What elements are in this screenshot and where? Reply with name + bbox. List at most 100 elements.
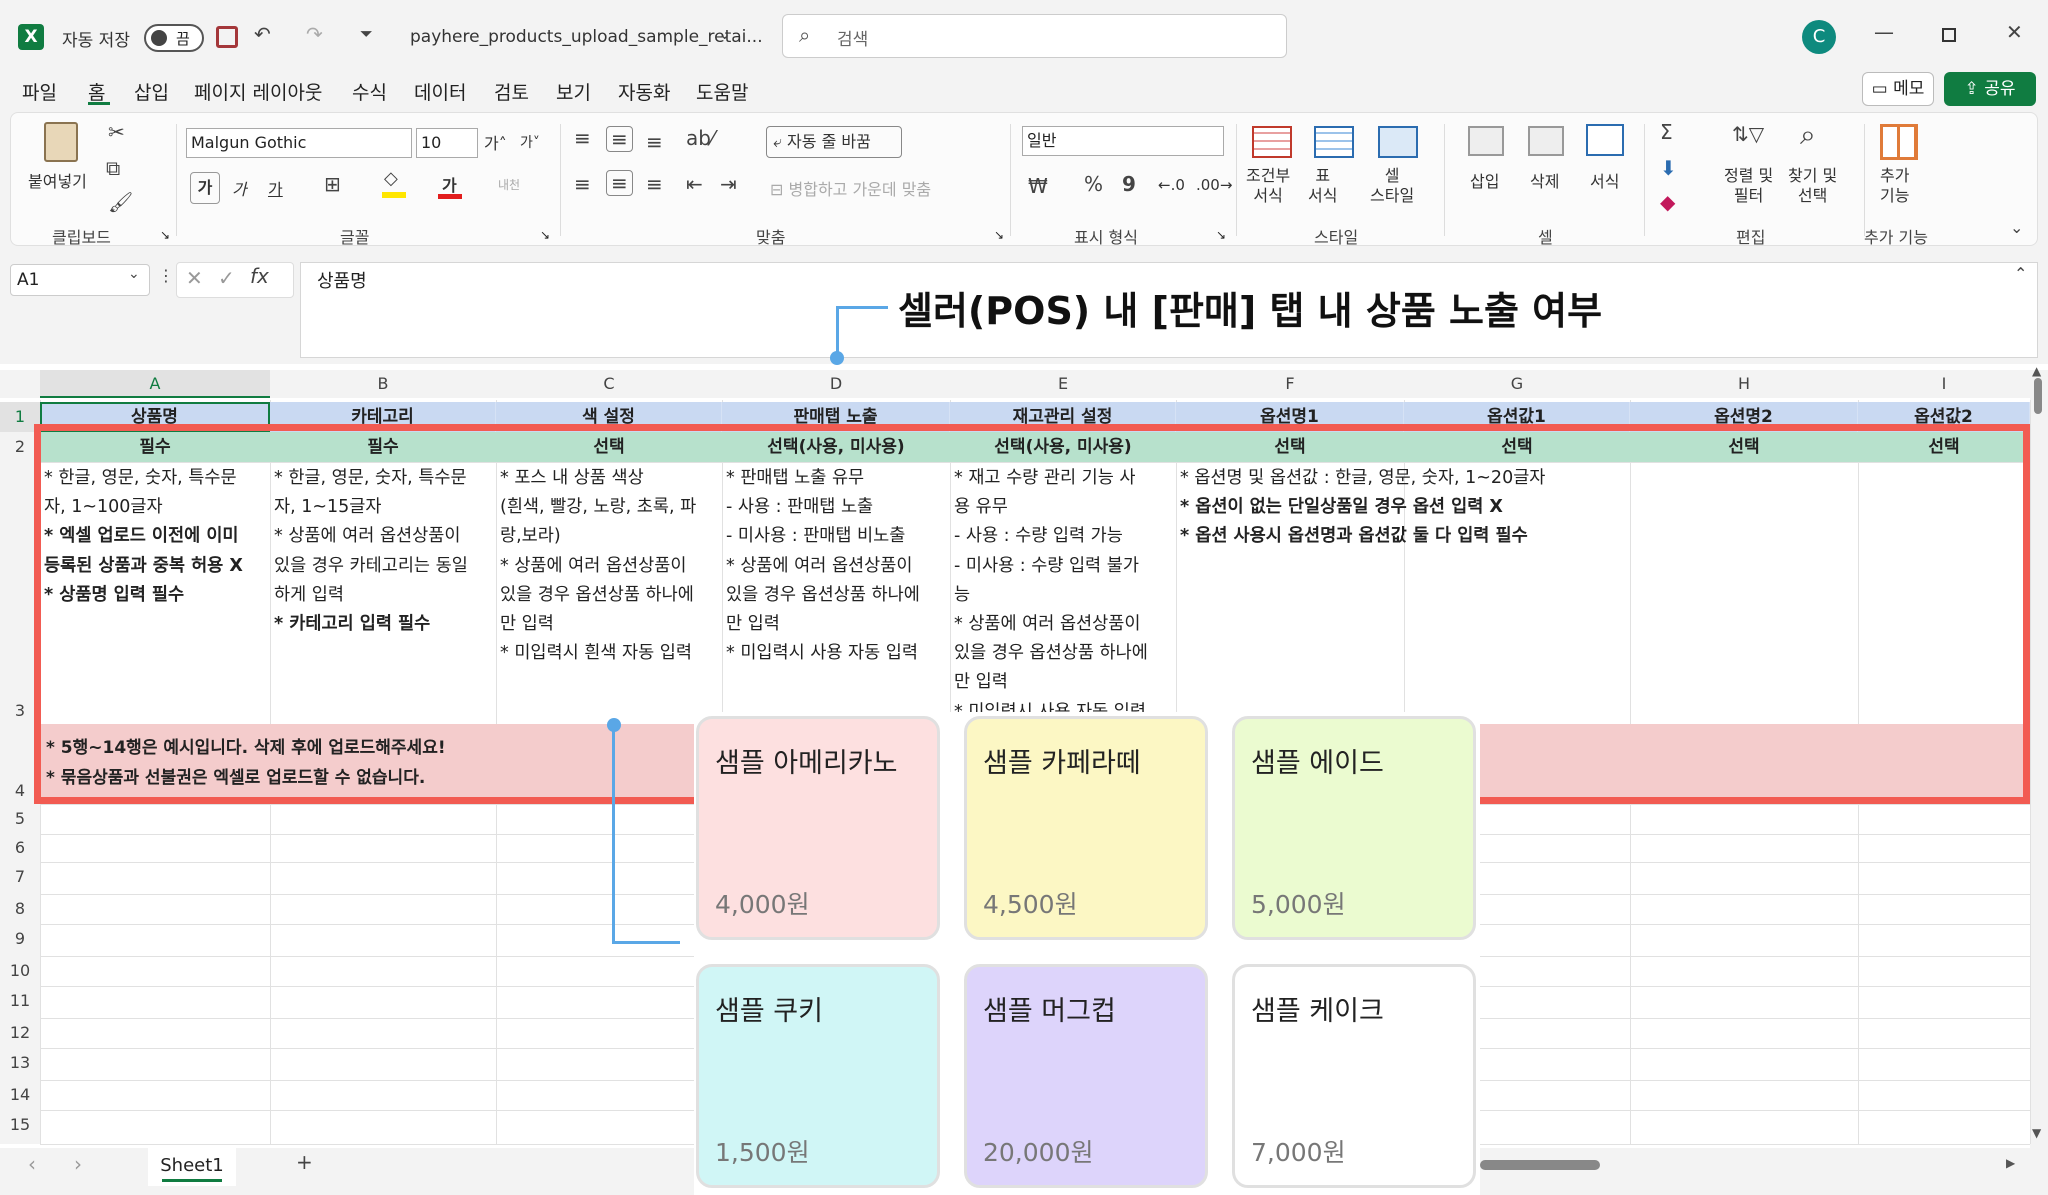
font-launcher-icon[interactable]: ↘ (540, 228, 550, 242)
comma-button[interactable]: 9 (1122, 172, 1136, 196)
save-icon[interactable] (216, 26, 238, 48)
row-header-13[interactable]: 13 (0, 1048, 40, 1080)
row-header-12[interactable]: 12 (0, 1018, 40, 1048)
decrease-font-icon[interactable]: 가˅ (520, 132, 540, 152)
number-format-select[interactable]: 일반 (1022, 126, 1224, 156)
add-sheet-button[interactable]: + (296, 1150, 313, 1174)
row-header-7[interactable]: 7 (0, 862, 40, 894)
scroll-down-icon[interactable]: ▼ (2032, 1126, 2041, 1140)
product-card[interactable]: 샘플 쿠키 1,500원 (696, 964, 940, 1188)
column-header-f[interactable]: F (1176, 370, 1404, 398)
row-header-10[interactable]: 10 (0, 956, 40, 986)
bold-button[interactable]: 가 (190, 172, 220, 204)
column-header-e[interactable]: E (950, 370, 1176, 398)
paste-button[interactable]: 붙여넣기 (28, 168, 87, 192)
underline-button[interactable]: 가 (268, 176, 283, 200)
cell-styles-icon[interactable] (1378, 126, 1418, 158)
product-card[interactable]: 샘플 에이드 5,000원 (1232, 716, 1476, 940)
accounting-icon[interactable]: ₩ (1028, 174, 1048, 198)
scroll-thumb[interactable] (2034, 378, 2042, 414)
column-header-h[interactable]: H (1630, 370, 1858, 398)
column-header-d[interactable]: D (722, 370, 950, 398)
autosave-toggle[interactable]: 끔 (144, 24, 204, 52)
menu-insert[interactable]: 삽입 (134, 78, 169, 105)
fill-color-icon[interactable] (382, 192, 406, 198)
column-header-c[interactable]: C (496, 370, 722, 398)
insert-cells-button[interactable]: 삽입 (1470, 168, 1499, 192)
find-icon[interactable]: ⌕ (1800, 118, 1816, 152)
font-color-button[interactable]: 가 (442, 172, 457, 196)
chevron-down-icon[interactable]: ⌄ (718, 24, 731, 43)
merge-center-button[interactable]: ⊟ 병합하고 가운데 맞춤 (770, 176, 931, 200)
product-card[interactable]: 샘플 아메리카노 4,000원 (696, 716, 940, 940)
column-header-b[interactable]: B (270, 370, 496, 398)
align-left-icon[interactable]: ≡ (574, 172, 591, 196)
minimize-icon[interactable]: — (1874, 20, 1894, 44)
horizontal-scroll-thumb[interactable] (1480, 1160, 1600, 1170)
share-button[interactable]: ⇪ 공유 (1944, 72, 2036, 106)
menu-help[interactable]: 도움말 (696, 78, 748, 105)
align-middle-icon[interactable]: ≡ (606, 126, 633, 152)
menu-file[interactable]: 파일 (22, 78, 57, 105)
clear-icon[interactable]: ◆ (1660, 190, 1675, 214)
menu-automate[interactable]: 자동화 (618, 78, 670, 105)
row-header-6[interactable]: 6 (0, 834, 40, 862)
copy-icon[interactable]: ⧉ (106, 156, 120, 180)
row-header-14[interactable]: 14 (0, 1080, 40, 1110)
number-launcher-icon[interactable]: ↘ (1216, 228, 1226, 242)
decrease-indent-icon[interactable]: ⇤ (686, 172, 703, 196)
font-size-select[interactable]: 10 (416, 128, 478, 158)
scroll-right-icon[interactable]: ▶ (2006, 1156, 2015, 1170)
product-card[interactable]: 샘플 머그컵 20,000원 (964, 964, 1208, 1188)
vertical-scrollbar[interactable] (2030, 370, 2048, 1148)
menu-view[interactable]: 보기 (556, 78, 591, 105)
confirm-icon[interactable]: ✓ (218, 266, 235, 290)
select-all-corner[interactable] (0, 370, 40, 398)
addins-icon[interactable] (1880, 124, 1918, 160)
restore-icon[interactable] (1942, 28, 1956, 42)
addins-button[interactable]: 추가 기능 (1880, 166, 1909, 206)
conditional-format-icon[interactable] (1252, 126, 1292, 158)
align-center-icon[interactable]: ≡ (606, 170, 633, 196)
ribbon-collapse-icon[interactable]: ⌄ (2010, 218, 2023, 237)
autosum-icon[interactable]: Σ (1660, 120, 1673, 144)
borders-icon[interactable]: ⊞ (324, 172, 341, 196)
sort-filter-button[interactable]: 정렬 및 필터 (1724, 166, 1773, 206)
cut-icon[interactable]: ✂ (108, 120, 125, 144)
menu-review[interactable]: 검토 (494, 78, 529, 105)
filename[interactable]: payhere_products_upload_sample_retai... (410, 27, 763, 47)
percent-button[interactable]: % (1084, 172, 1103, 196)
product-card[interactable]: 샘플 카페라떼 4,500원 (964, 716, 1208, 940)
scroll-up-icon[interactable]: ▲ (2032, 364, 2041, 378)
phonetic-button[interactable]: 내천 (498, 176, 520, 193)
row-header-5[interactable]: 5 (0, 804, 40, 834)
wrap-text-button[interactable]: ⤶ 자동 줄 바꿈 (766, 126, 902, 158)
undo-icon[interactable]: ↶ (254, 22, 271, 46)
delete-cells-button[interactable]: 삭제 (1530, 168, 1559, 192)
conditional-format-button[interactable]: 조건부 서식 (1246, 166, 1290, 206)
row-header-15[interactable]: 15 (0, 1110, 40, 1144)
format-painter-icon[interactable]: 🖌 (108, 190, 133, 214)
product-card[interactable]: 샘플 케이크 7,000원 (1232, 964, 1476, 1188)
cancel-icon[interactable]: ✕ (186, 266, 203, 290)
sheet-tab[interactable]: Sheet1 (148, 1148, 236, 1186)
next-sheet-icon[interactable]: › (74, 1152, 82, 1176)
insert-cells-icon[interactable] (1468, 126, 1504, 156)
increase-indent-icon[interactable]: ⇥ (720, 172, 737, 196)
customize-toolbar-icon[interactable]: ⏷ (360, 24, 373, 44)
font-name-select[interactable]: Malgun Gothic (186, 128, 412, 158)
memo-button[interactable]: ▭ 메모 (1862, 72, 1934, 106)
menu-home[interactable]: 홈 (88, 78, 105, 105)
decrease-decimal-icon[interactable]: .00→ (1196, 176, 1232, 194)
fill-icon[interactable]: ⬇ (1660, 156, 1677, 180)
expand-formula-icon[interactable]: ⌃ (2014, 264, 2027, 283)
close-icon[interactable]: ✕ (2006, 20, 2023, 44)
column-header-i[interactable]: I (1858, 370, 2030, 398)
avatar[interactable]: C (1802, 20, 1836, 54)
redo-icon[interactable]: ↷ (306, 22, 323, 46)
italic-button[interactable]: 가 (232, 176, 247, 200)
align-bottom-icon[interactable]: ≡ (646, 130, 663, 154)
alignment-launcher-icon[interactable]: ↘ (994, 228, 1004, 242)
menu-page-layout[interactable]: 페이지 레이아웃 (194, 78, 322, 105)
find-select-button[interactable]: 찾기 및 선택 (1788, 166, 1837, 206)
